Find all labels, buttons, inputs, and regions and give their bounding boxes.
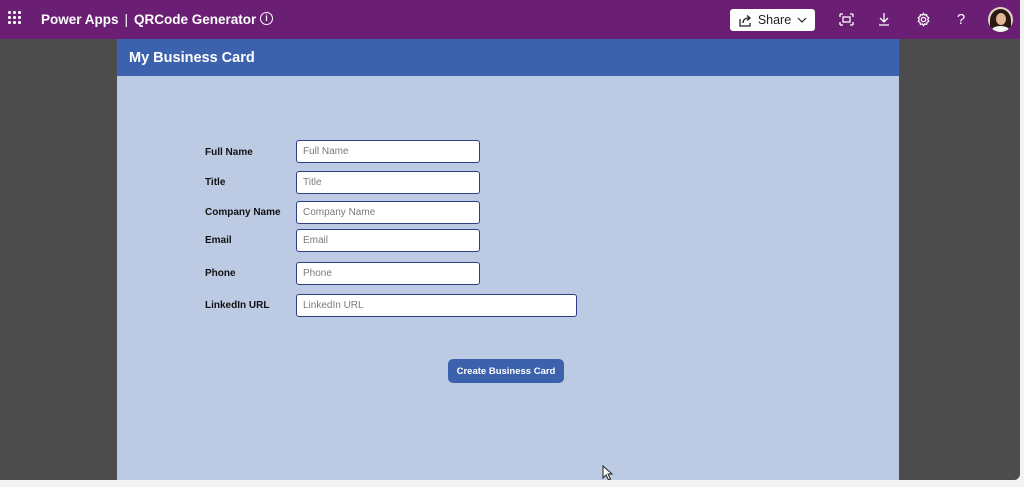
linkedin-url-label: LinkedIn URL bbox=[205, 300, 270, 311]
phone-label: Phone bbox=[205, 268, 236, 279]
mouse-cursor-icon bbox=[602, 465, 614, 480]
share-label: Share bbox=[757, 13, 792, 27]
app-window: Power Apps | QRCode Generator i Share ? … bbox=[0, 0, 1020, 480]
linkedin-url-input[interactable] bbox=[296, 294, 577, 317]
product-name: Power Apps bbox=[41, 12, 119, 27]
full-name-input[interactable] bbox=[296, 140, 480, 163]
create-business-card-button[interactable]: Create Business Card bbox=[448, 359, 564, 383]
title-separator: | bbox=[124, 12, 129, 27]
app-title: Power Apps | QRCode Generator bbox=[41, 12, 256, 27]
help-icon[interactable]: ? bbox=[953, 11, 969, 28]
waffle-icon[interactable] bbox=[8, 11, 22, 25]
full-name-label: Full Name bbox=[205, 147, 253, 158]
chevron-down-icon bbox=[797, 17, 807, 23]
email-label: Email bbox=[205, 235, 232, 246]
gear-icon[interactable] bbox=[915, 11, 931, 27]
app-canvas: My Business Card Full Name Title Company… bbox=[117, 39, 899, 480]
phone-input[interactable] bbox=[296, 262, 480, 285]
app-header: My Business Card bbox=[117, 39, 899, 76]
email-input[interactable] bbox=[296, 229, 480, 252]
share-button[interactable]: Share bbox=[730, 9, 815, 31]
share-icon bbox=[739, 14, 751, 27]
company-name-label: Company Name bbox=[205, 207, 281, 218]
info-icon[interactable]: i bbox=[260, 12, 273, 25]
top-bar: Power Apps | QRCode Generator i Share ? bbox=[0, 0, 1020, 39]
page-title: My Business Card bbox=[129, 50, 255, 66]
app-name: QRCode Generator bbox=[134, 12, 257, 27]
title-label: Title bbox=[205, 177, 226, 188]
company-name-input[interactable] bbox=[296, 201, 480, 224]
title-input[interactable] bbox=[296, 171, 480, 194]
fit-screen-icon[interactable] bbox=[838, 11, 854, 27]
download-icon[interactable] bbox=[876, 11, 892, 27]
avatar[interactable] bbox=[988, 7, 1013, 32]
